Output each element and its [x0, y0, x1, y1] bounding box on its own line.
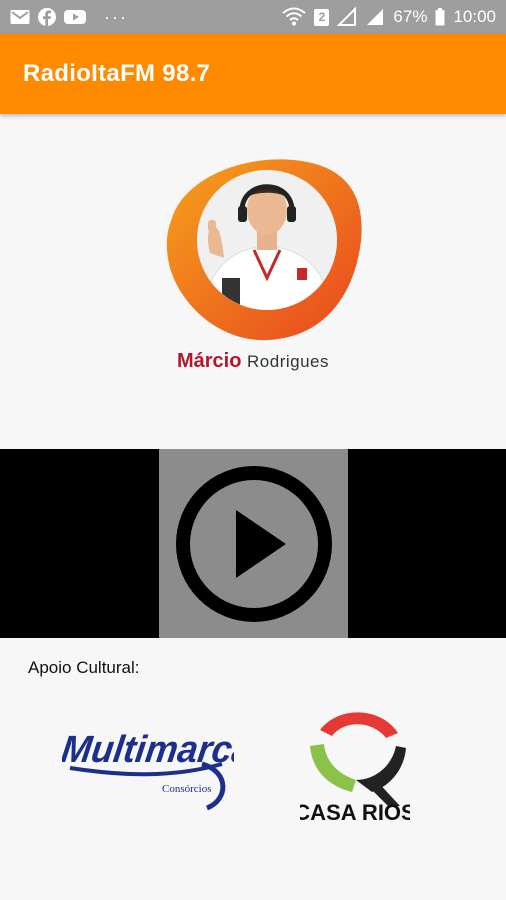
- status-bar: ··· 2 67% 10:00: [0, 0, 506, 34]
- signal-icon: [365, 7, 385, 27]
- facebook-icon: [38, 8, 56, 26]
- notification-icons: ···: [10, 7, 128, 28]
- multimarcas-logo-image: Multimarcas Consórcios: [59, 727, 275, 811]
- battery-percent: 67%: [393, 7, 428, 26]
- support-label: Apoio Cultural:: [28, 658, 140, 677]
- app-bar: RadioItaFM 98.7: [0, 34, 506, 114]
- clock: 10:00: [453, 7, 496, 26]
- signal-off-icon: [337, 7, 357, 27]
- youtube-icon: [64, 9, 86, 25]
- sponsor-casa-rios-logo[interactable]: CASA RIOS: [294, 708, 416, 833]
- system-icons: 2 67% 10:00: [282, 7, 496, 27]
- presenter-logo-area: Márcio Rodrigues: [0, 114, 506, 449]
- casa-rios-logo-image: CASA RIOS: [294, 712, 416, 825]
- player-area: [0, 449, 506, 638]
- presenter-last-name: Rodrigues: [247, 352, 330, 371]
- sim-badge-number: 2: [318, 10, 326, 24]
- app-title: RadioItaFM 98.7: [23, 60, 211, 87]
- play-button[interactable]: [159, 449, 348, 638]
- gmail-icon: [10, 9, 30, 25]
- presenter-first-name: Márcio: [176, 350, 242, 372]
- wifi-icon: [282, 7, 307, 27]
- play-circle-icon: [175, 465, 332, 622]
- sponsor-multimarcas-logo[interactable]: Multimarcas Consórcios: [59, 720, 275, 821]
- sim-badge: 2: [314, 8, 330, 26]
- more-notifications-icon: ···: [104, 6, 128, 27]
- presenter-logo-image: [166, 159, 362, 341]
- sponsor1-subtitle: Consórcios: [162, 783, 212, 795]
- sponsor2-name: CASA RIOS: [300, 800, 410, 825]
- presenter-name: Márcio Rodrigues: [0, 350, 506, 373]
- battery-icon: [435, 8, 445, 26]
